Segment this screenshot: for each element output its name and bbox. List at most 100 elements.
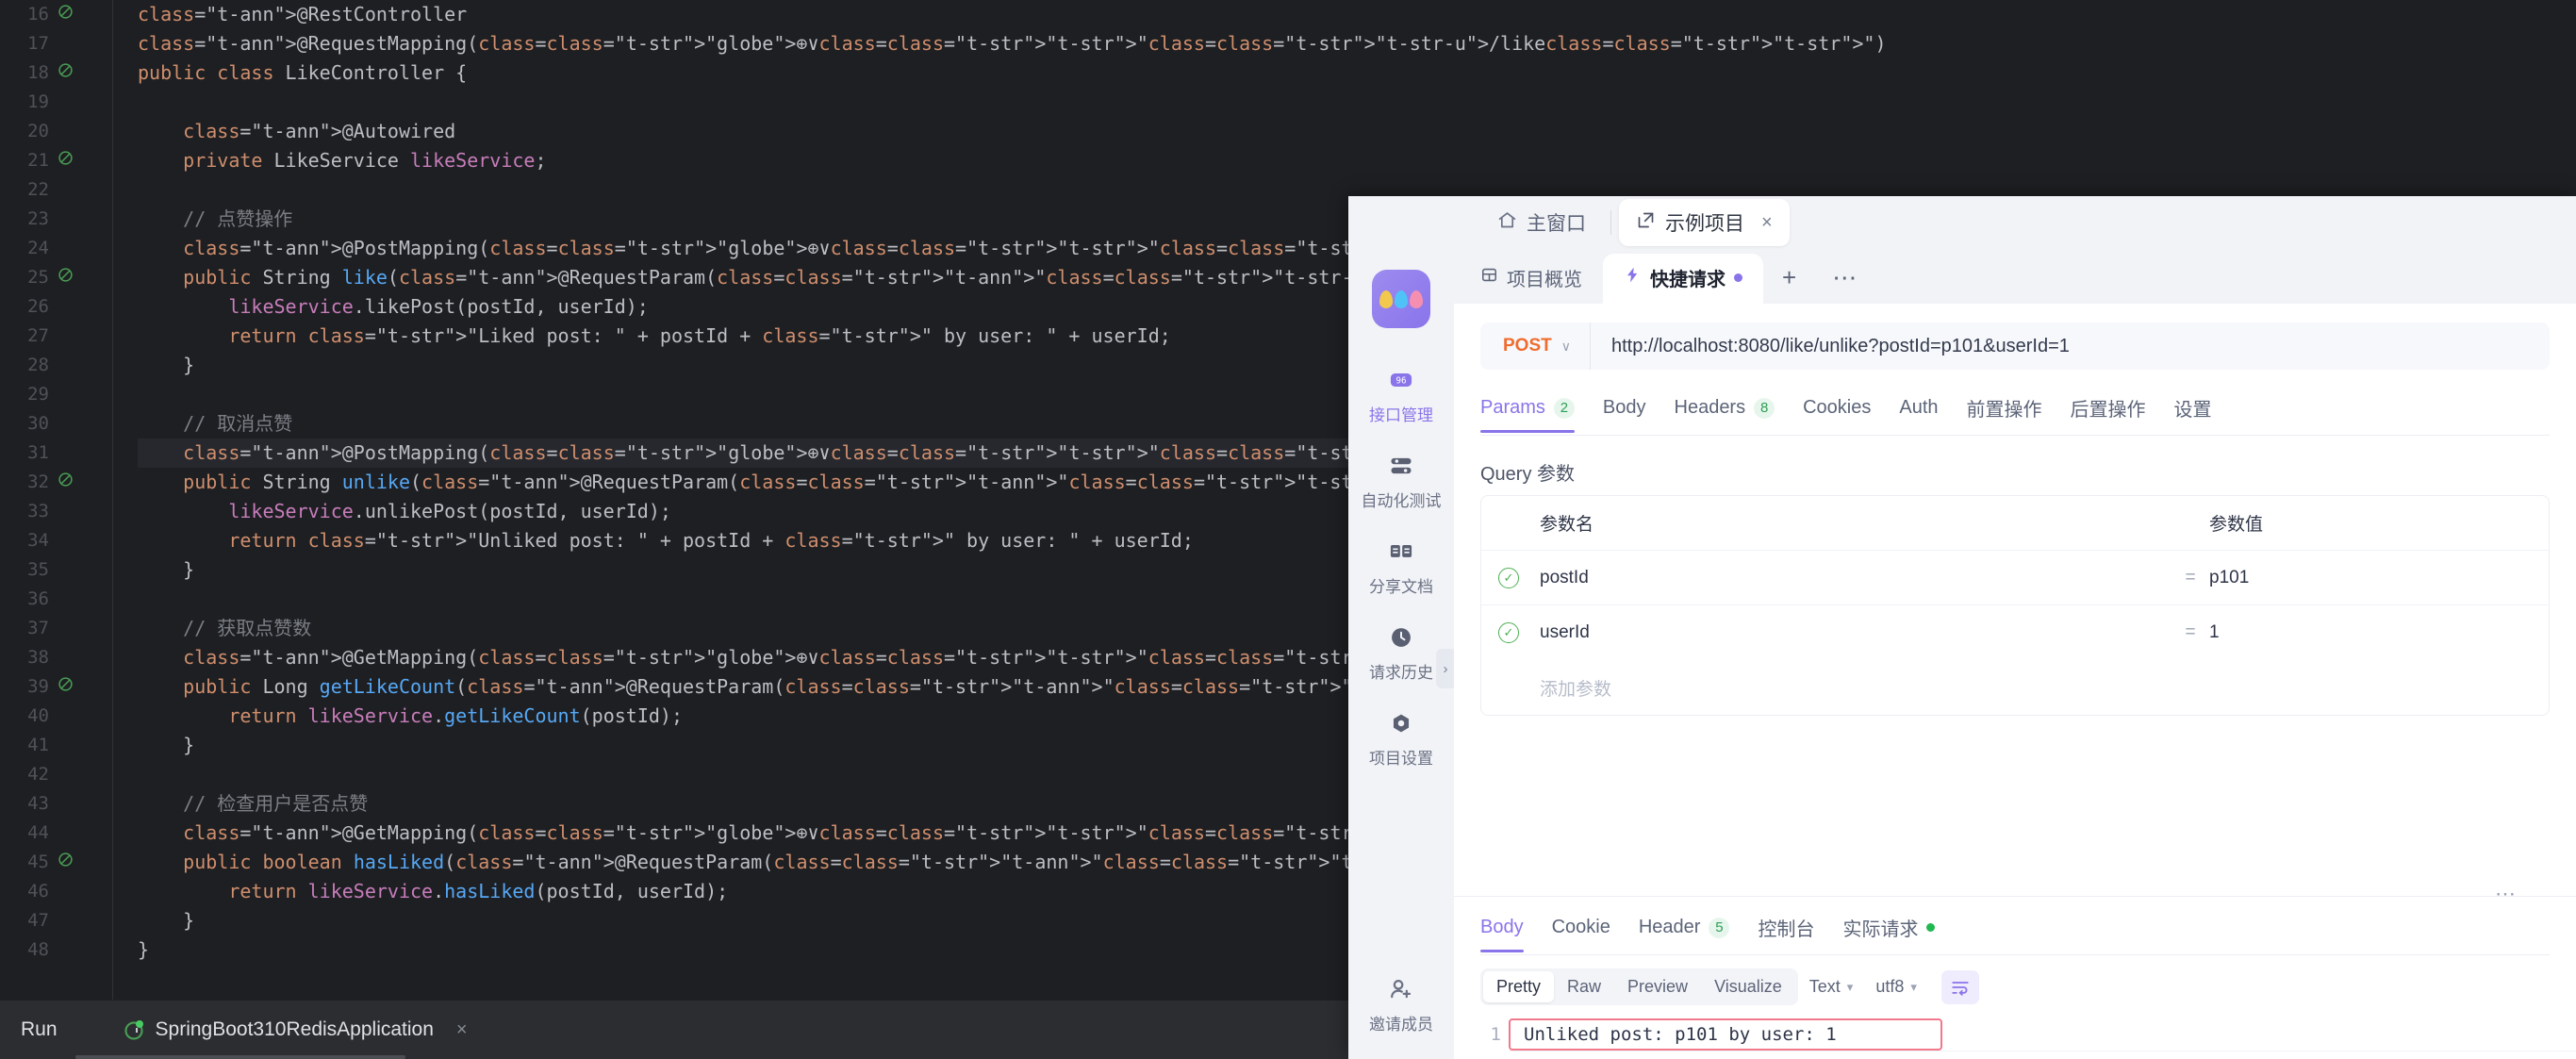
response-tab-body[interactable]: Body — [1480, 913, 1524, 952]
tab-label: Cookie — [1551, 917, 1610, 937]
code-line[interactable] — [138, 88, 2576, 117]
format-option-raw[interactable]: Raw — [1554, 971, 1614, 1002]
response-body-content[interactable]: Unliked post: p101 by user: 1 — [1509, 1018, 2576, 1051]
request-tab-auth[interactable]: Auth — [1899, 393, 1938, 432]
editor-gutter[interactable]: 16 17 18 19 20 21 22 23 24 25 26 27 28 29 30 31 32 33 34 35… — [0, 0, 113, 1000]
line-number: 40 — [27, 705, 49, 726]
check-icon: ✓ — [1498, 567, 1519, 588]
line-number: 37 — [27, 618, 49, 638]
response-tab-控制台[interactable]: 控制台 — [1758, 910, 1814, 954]
code-line[interactable]: class="t-ann">@RequestMapping(class=clas… — [138, 29, 2576, 58]
line-number: 47 — [27, 910, 49, 931]
param-value-input[interactable]: 1 — [2209, 622, 2549, 643]
tab-project-overview[interactable]: 项目概览 — [1460, 254, 1603, 304]
run-panel-label: Run — [21, 1018, 58, 1040]
table-row[interactable]: ✓ postId = p101 — [1481, 551, 2549, 605]
gutter-run-marker-icon[interactable] — [55, 672, 75, 702]
request-tab-body[interactable]: Body — [1603, 393, 1646, 432]
gutter-run-marker-icon[interactable] — [55, 0, 75, 29]
sidebar-item-label: 邀请成员 — [1369, 1016, 1433, 1034]
url-bar[interactable]: POST ∨ http://localhost:8080/like/unlike… — [1480, 323, 2550, 370]
request-tab-headers[interactable]: Headers 8 — [1675, 393, 1775, 432]
param-name-input[interactable]: postId — [1536, 568, 2171, 588]
window-tab-main[interactable]: 主窗口 — [1480, 199, 1603, 246]
gutter-run-marker-icon[interactable] — [55, 468, 75, 497]
line-number: 41 — [27, 735, 49, 755]
logo-drop-pink — [1410, 290, 1423, 308]
line-number: 19 — [27, 91, 49, 112]
request-tab-cookies[interactable]: Cookies — [1803, 393, 1871, 432]
response-overflow-button[interactable]: ⋯ — [2495, 882, 2518, 906]
response-tab-实际请求[interactable]: 实际请求 — [1842, 910, 1936, 954]
add-param-placeholder[interactable]: 添加参数 — [1536, 675, 2171, 701]
sidebar-collapse-handle[interactable]: › — [1436, 649, 1455, 688]
method-label: POST — [1503, 336, 1552, 356]
request-tab-后置操作[interactable]: 后置操作 — [2071, 390, 2146, 435]
request-tab-params[interactable]: Params 2 — [1480, 393, 1575, 433]
left-sidebar: 96 接口管理 自动化测试 分享文档 请求历史 项目设置 邀请成员 › — [1348, 249, 1455, 1059]
spring-boot-icon — [124, 1018, 146, 1041]
tab-label: 前置操作 — [1966, 400, 2042, 421]
equals-sign: = — [2185, 567, 2196, 587]
gutter-run-marker-icon[interactable] — [55, 263, 75, 292]
format-segmented-control[interactable]: Pretty Raw Preview Visualize — [1480, 968, 1798, 1005]
format-option-pretty[interactable]: Pretty — [1483, 971, 1555, 1002]
api-client-window: 主窗口 示例项目 × 96 接口管理 自动化测试 分享文档 请求历史 项目设置 … — [1348, 196, 2576, 1059]
line-number: 24 — [27, 238, 49, 258]
tab-more-button[interactable]: ⋯ — [1815, 261, 1875, 304]
encoding-select[interactable]: utf8 ▾ — [1864, 971, 1928, 1002]
app-logo — [1372, 270, 1430, 328]
window-tab-project[interactable]: 示例项目 × — [1619, 199, 1790, 246]
add-tab-button[interactable]: + — [1763, 257, 1815, 304]
request-tab-设置[interactable]: 设置 — [2174, 390, 2212, 435]
format-option-visualize[interactable]: Visualize — [1701, 971, 1795, 1002]
request-tabs: Params 2 Body Headers 8 Cookies Auth 前置操作 后置操作 设置 — [1480, 390, 2550, 436]
gutter-run-marker-icon[interactable] — [55, 848, 75, 877]
url-input[interactable]: http://localhost:8080/like/unlike?postId… — [1591, 336, 2550, 357]
line-number: 17 — [27, 33, 49, 54]
add-param-row[interactable]: 添加参数 — [1481, 660, 2549, 715]
content-type-select[interactable]: Text ▾ — [1798, 971, 1865, 1002]
tab-quick-request[interactable]: 快捷请求 — [1603, 254, 1763, 304]
external-link-icon — [1636, 210, 1656, 236]
api-manage-icon: 96 — [1387, 366, 1415, 394]
code-line[interactable]: private LikeService likeService; — [138, 146, 2576, 175]
share-doc-icon — [1387, 538, 1415, 566]
response-body-viewer[interactable]: 1 Unliked post: p101 by user: 1 — [1480, 1018, 2576, 1051]
line-number: 33 — [27, 501, 49, 521]
overview-icon — [1480, 266, 1498, 290]
tab-label: Body — [1480, 917, 1524, 937]
http-method-select[interactable]: POST ∨ — [1480, 323, 1591, 370]
gutter-run-marker-icon[interactable] — [55, 146, 75, 175]
unsaved-dot — [1734, 273, 1742, 282]
param-enabled-checkbox[interactable]: ✓ — [1481, 622, 1536, 643]
close-icon[interactable]: × — [456, 1019, 468, 1041]
line-number: 46 — [27, 881, 49, 902]
sidebar-item-automation-test[interactable]: 自动化测试 — [1348, 438, 1454, 524]
gutter-run-marker-icon[interactable] — [55, 58, 75, 88]
close-icon[interactable]: × — [1761, 212, 1773, 234]
param-enabled-checkbox[interactable]: ✓ — [1481, 567, 1536, 588]
response-tab-header[interactable]: Header 5 — [1639, 913, 1730, 951]
code-line[interactable]: class="t-ann">@RestController — [138, 0, 2576, 29]
run-configuration-tab[interactable]: SpringBoot310RedisApplication × — [124, 1001, 468, 1059]
param-value-input[interactable]: p101 — [2209, 568, 2549, 588]
code-line[interactable]: class="t-ann">@Autowired — [138, 117, 2576, 146]
wrap-lines-icon[interactable] — [1940, 969, 1979, 1004]
sidebar-item-share-doc[interactable]: 分享文档 — [1348, 524, 1454, 610]
sidebar-item-api-manage[interactable]: 96 接口管理 — [1348, 353, 1454, 438]
line-number: 20 — [27, 121, 49, 141]
request-tab-前置操作[interactable]: 前置操作 — [1967, 390, 2042, 435]
user-plus-icon — [1387, 975, 1415, 1003]
response-tab-cookie[interactable]: Cookie — [1552, 913, 1610, 951]
line-number: 25 — [27, 267, 49, 288]
table-header-row: 参数名 参数值 — [1481, 496, 2549, 551]
param-name-input[interactable]: userId — [1536, 622, 2171, 643]
table-row[interactable]: ✓ userId = 1 — [1481, 605, 2549, 660]
line-number: 44 — [27, 822, 49, 843]
sidebar-item-invite-member[interactable]: 邀请成员 — [1348, 962, 1454, 1059]
format-option-preview[interactable]: Preview — [1614, 971, 1701, 1002]
tab-label: 设置 — [2173, 400, 2212, 421]
code-line[interactable]: public class LikeController { — [138, 58, 2576, 88]
sidebar-item-project-settings[interactable]: 项目设置 — [1348, 696, 1454, 782]
